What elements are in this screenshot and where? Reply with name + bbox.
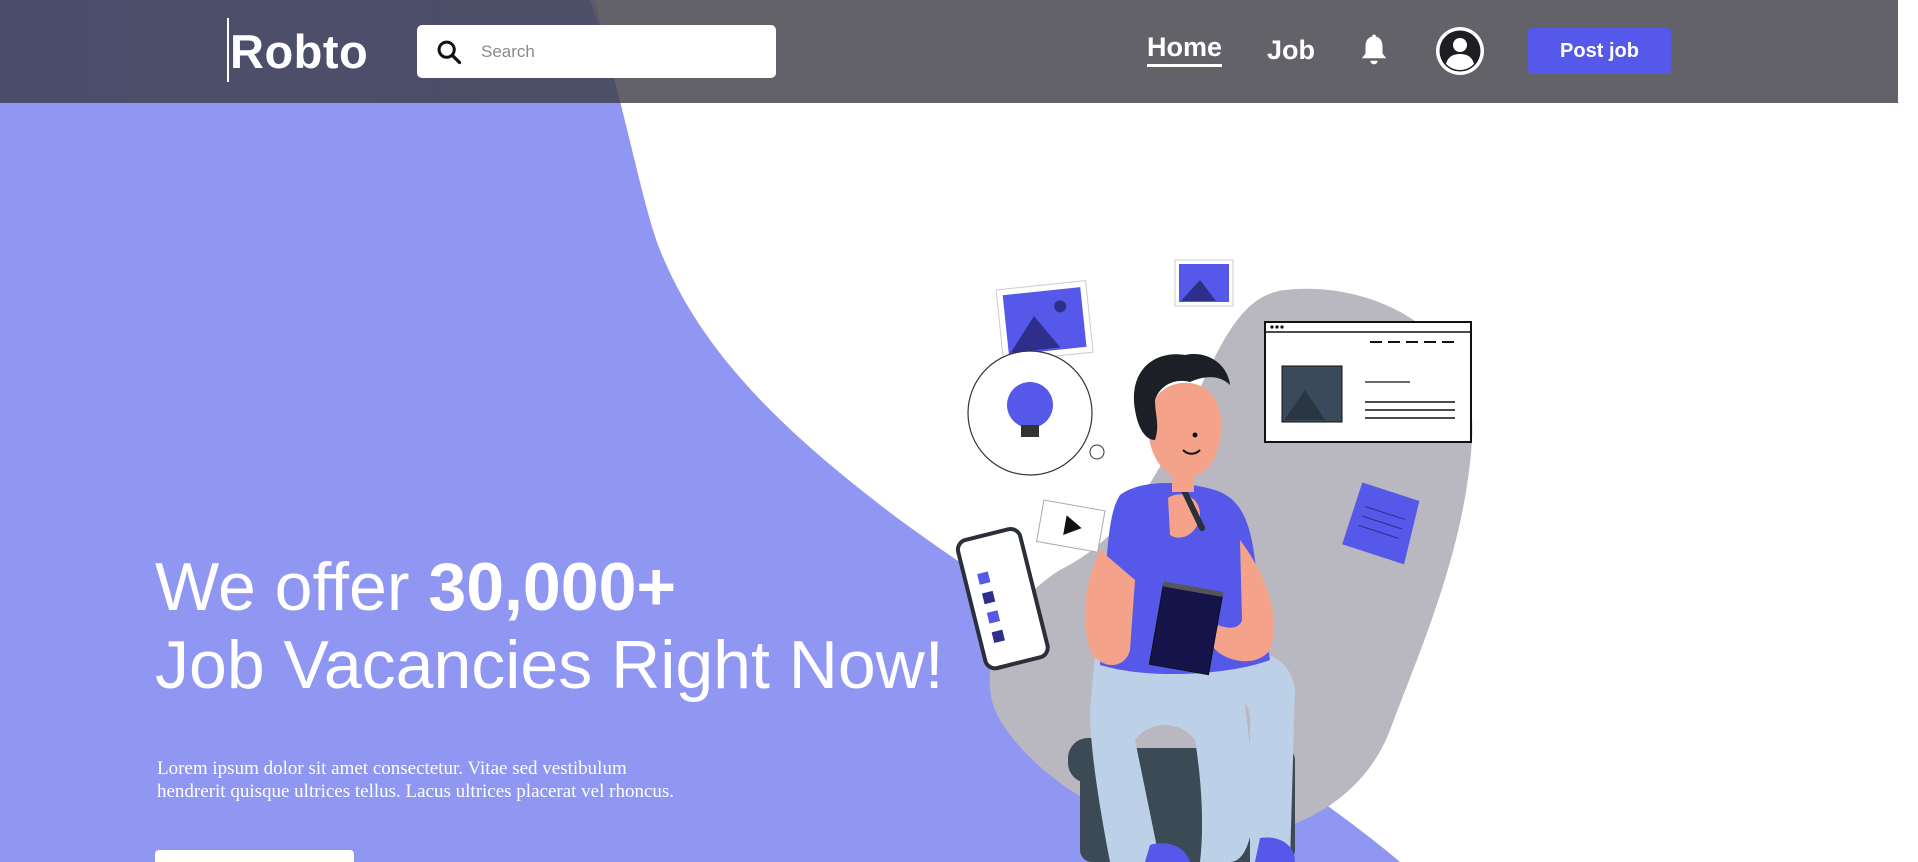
description-line-1: Lorem ipsum dolor sit amet consectetur. …: [157, 758, 627, 779]
top-navbar: Robto Home Job Post job: [0, 0, 1898, 103]
logo[interactable]: Robto: [230, 24, 368, 79]
description-line-2: hendrerit quisque ultrices tellus. Lacus…: [157, 781, 675, 802]
hero-headline: We offer 30,000+ Job Vacancies Right Now…: [155, 548, 944, 704]
hero-illustration: [955, 259, 1473, 862]
headline-line-1: We offer 30,000+: [155, 548, 944, 626]
hero-background-shape: [0, 0, 1400, 862]
headline-line-2: Job Vacancies Right Now!: [155, 627, 944, 703]
nav-job-link[interactable]: Job: [1267, 35, 1315, 66]
search-box[interactable]: [417, 25, 776, 78]
logo-divider: [227, 18, 229, 82]
bell-icon[interactable]: [1359, 34, 1389, 68]
page: Robto Home Job Post job We offer 30,000+…: [0, 0, 1898, 862]
hero-cta-button[interactable]: [155, 850, 354, 862]
headline-prefix: We offer: [155, 549, 429, 625]
nav-home-link[interactable]: Home: [1147, 32, 1223, 67]
post-job-button[interactable]: Post job: [1528, 28, 1671, 74]
search-icon[interactable]: [435, 38, 463, 66]
headline-number: 30,000+: [428, 549, 677, 625]
hero-description: Lorem ipsum dolor sit amet consectetur. …: [157, 757, 777, 803]
search-input[interactable]: [479, 40, 763, 63]
user-avatar-icon[interactable]: [1435, 26, 1485, 76]
